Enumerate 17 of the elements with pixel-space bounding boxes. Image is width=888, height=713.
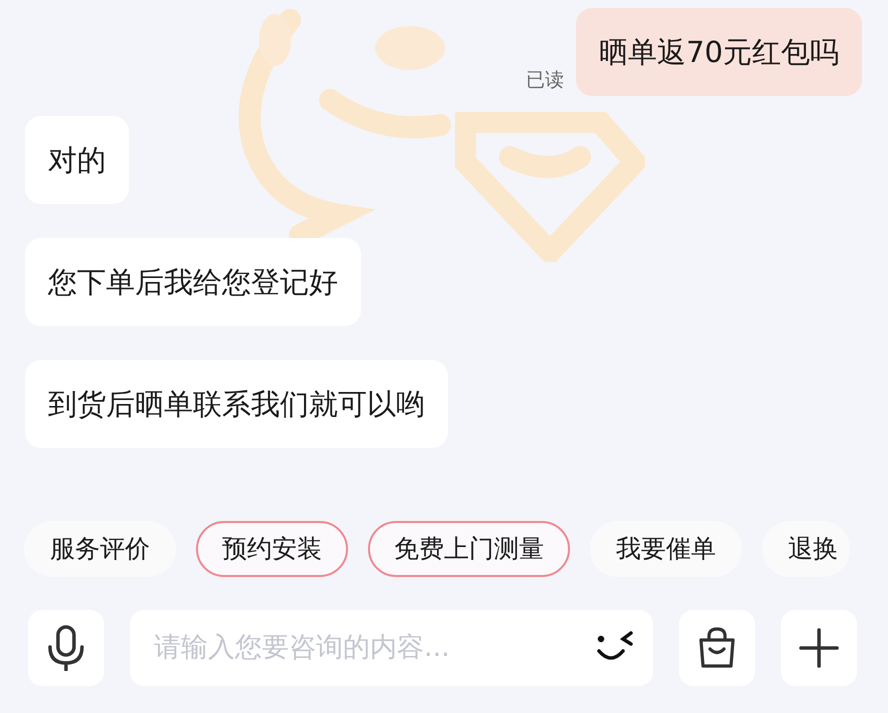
message-input-field[interactable]: 请输入您要咨询的内容... — [152, 626, 593, 670]
quick-reply-chip[interactable]: 我要催单 — [590, 521, 742, 577]
quick-reply-chip[interactable]: 预约安装 — [196, 521, 348, 577]
microphone-icon — [47, 625, 85, 671]
read-status: 已读 — [526, 68, 564, 92]
sent-message-bubble: 晒单返70元红包吗 — [576, 8, 862, 96]
quick-reply-chip[interactable]: 免费上门测量 — [368, 521, 570, 577]
voice-button[interactable] — [28, 610, 104, 686]
received-message-bubble: 到货后晒单联系我们就可以哟 — [25, 360, 448, 448]
quick-reply-chip[interactable]: 服务评价 — [24, 521, 176, 577]
shop-button[interactable] — [679, 610, 755, 686]
quick-reply-chip[interactable]: 退换 — [762, 521, 850, 577]
add-button[interactable] — [781, 610, 857, 686]
message-input-box[interactable]: 请输入您要咨询的内容... — [130, 610, 653, 686]
plus-icon — [799, 628, 839, 668]
received-message-bubble: 对的 — [25, 116, 129, 204]
received-message-bubble: 您下单后我给您登记好 — [25, 238, 361, 326]
